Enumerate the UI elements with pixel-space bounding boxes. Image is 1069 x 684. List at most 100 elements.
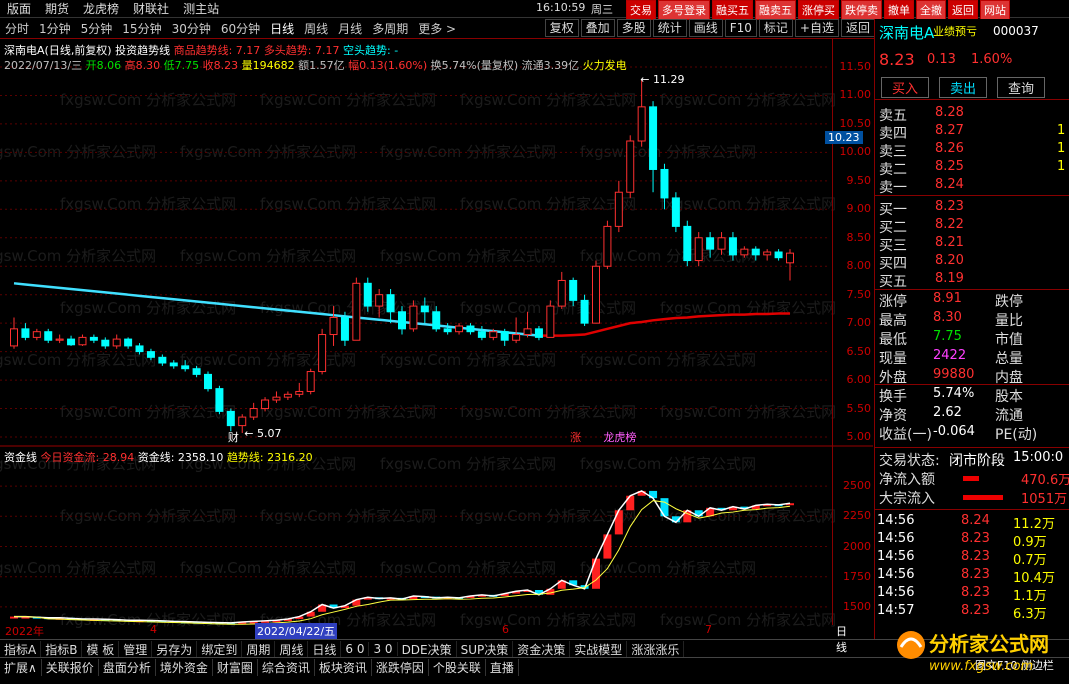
tick-price: 8.23: [961, 531, 990, 546]
indicator-tab-3[interactable]: 管理: [119, 640, 153, 658]
extension-tab-3[interactable]: 境外资金: [156, 658, 213, 676]
extension-tab-7[interactable]: 涨跌停因: [372, 658, 429, 676]
candle-body: [523, 328, 532, 336]
candle-body: [124, 338, 133, 347]
period-tab-10[interactable]: 更多 >: [413, 20, 461, 37]
limit-up-marker: 涨: [570, 431, 581, 444]
extension-tab-1[interactable]: 关联报价: [42, 658, 99, 676]
indicator-tab-7[interactable]: 周线: [275, 640, 309, 658]
indicator-tab-13[interactable]: 资金决策: [513, 640, 571, 658]
price-tick-label: 11.50: [839, 60, 872, 73]
period-tab-7[interactable]: 周线: [299, 20, 333, 37]
panel-divider: [875, 99, 1069, 100]
menu-item-1[interactable]: 期货: [38, 0, 76, 17]
candle-body: [272, 396, 281, 401]
tool-button-2[interactable]: 多股: [616, 19, 651, 37]
period-tab-2[interactable]: 5分钟: [76, 20, 118, 37]
indicator-tab-2[interactable]: 模 板: [82, 640, 120, 658]
indicator-tab-4[interactable]: 另存为: [152, 640, 198, 658]
quick-button-6[interactable]: 撤单: [884, 0, 914, 20]
stock-name: 深南电A: [879, 24, 935, 42]
tool-button-5[interactable]: F10: [724, 19, 757, 37]
chart-area[interactable]: fxgsw.Com 分析家公式网 fxgsw.Com 分析家公式网 fxgsw.Co…: [0, 39, 873, 629]
panel-divider: [875, 289, 1069, 290]
quick-button-4[interactable]: 涨停买: [798, 0, 839, 20]
indicator-tab-1[interactable]: 指标B: [41, 640, 83, 658]
extension-tab-2[interactable]: 盘面分析: [99, 658, 156, 676]
buy-button[interactable]: 买入: [881, 77, 930, 98]
stat-label: 净资: [879, 408, 907, 424]
bid-label: 买四: [879, 256, 907, 272]
indicator-tab-14[interactable]: 实战模型: [570, 640, 628, 658]
tool-button-8[interactable]: 返回: [840, 19, 875, 37]
extension-tab-6[interactable]: 板块资讯: [315, 658, 372, 676]
tick-time: 14:56: [877, 531, 915, 546]
tool-button-0[interactable]: 复权: [544, 19, 579, 37]
quick-button-9[interactable]: 网站: [980, 0, 1010, 20]
sector-value: 火力发电: [582, 59, 627, 72]
menu-item-4[interactable]: 测主站: [176, 0, 226, 17]
extension-tab-9[interactable]: 直播: [486, 658, 519, 676]
period-tab-1[interactable]: 1分钟: [34, 20, 76, 37]
tool-button-1[interactable]: 叠加: [580, 19, 615, 37]
today-fund-flow: 今日资金流: 28.94: [40, 451, 135, 464]
quick-button-7[interactable]: 全撤: [916, 0, 946, 20]
bid-price: 8.23: [935, 199, 964, 214]
period-tab-9[interactable]: 多周期: [367, 20, 413, 37]
indicator-tab-5[interactable]: 绑定到: [197, 640, 243, 658]
candle-body: [626, 140, 635, 193]
candle-body: [751, 248, 760, 256]
extension-tab-5[interactable]: 综合资讯: [258, 658, 315, 676]
tick-volume: 6.3万: [1013, 607, 1047, 622]
ask-label: 卖五: [879, 108, 907, 124]
query-button[interactable]: 查询: [997, 77, 1046, 98]
menu-item-2[interactable]: 龙虎榜: [76, 0, 126, 17]
candle-body: [512, 334, 521, 341]
sell-button[interactable]: 卖出: [939, 77, 988, 98]
tick-time: 14:57: [877, 603, 915, 618]
period-tab-5[interactable]: 60分钟: [216, 20, 265, 37]
indicator-tab-12[interactable]: SUP决策: [457, 640, 514, 658]
menu-item-3[interactable]: 财联社: [126, 0, 176, 17]
candle-body: [181, 365, 190, 370]
candle-body: [660, 168, 669, 199]
extension-tab-0[interactable]: 扩展∧: [0, 658, 42, 676]
price-tick-label: 9.50: [846, 173, 872, 187]
indicator-tab-11[interactable]: DDE决策: [398, 640, 457, 658]
period-tab-0[interactable]: 分时: [0, 20, 34, 37]
period-tab-8[interactable]: 月线: [333, 20, 367, 37]
candlestick-chart[interactable]: ← 11.29 ← 5.07 财 涨 龙虎榜: [0, 39, 873, 625]
candle-body: [78, 336, 87, 346]
indicator-tab-10[interactable]: 3 0: [369, 642, 398, 656]
candle-body: [21, 328, 30, 338]
period-tab-3[interactable]: 15分钟: [117, 20, 166, 37]
tool-button-7[interactable]: +自选: [794, 19, 839, 37]
candle-body: [557, 279, 566, 307]
candle-body: [135, 345, 144, 353]
menu-item-0[interactable]: 版面: [0, 0, 38, 17]
quick-button-5[interactable]: 跌停卖: [841, 0, 882, 20]
extension-tab-8[interactable]: 个股关联: [429, 658, 486, 676]
indicator-info-line: 深南电A(日线,前复权) 投资趋势线 商品趋势线: 7.17 多头趋势: 7.1…: [4, 42, 398, 58]
period-tab-4[interactable]: 30分钟: [167, 20, 216, 37]
tool-button-3[interactable]: 统计: [652, 19, 687, 37]
quick-button-8[interactable]: 返回: [948, 0, 978, 20]
tool-button-4[interactable]: 画线: [688, 19, 723, 37]
indicator-tab-8[interactable]: 日线: [308, 640, 342, 658]
tick-price: 8.23: [961, 585, 990, 600]
indicator-tab-9[interactable]: 6 0: [341, 642, 370, 656]
stat-label-right: 量比: [995, 313, 1023, 329]
quick-button-2[interactable]: 融买五: [712, 0, 753, 20]
period-tab-6[interactable]: 日线: [265, 20, 299, 37]
quick-button-0[interactable]: 交易: [626, 0, 656, 20]
ask-price: 8.24: [935, 177, 964, 192]
indicator-tab-6[interactable]: 周期: [242, 640, 276, 658]
indicator-tab-15[interactable]: 涨涨涨乐: [627, 640, 685, 658]
ask-price: 8.27: [935, 123, 964, 138]
quick-button-1[interactable]: 多号登录: [658, 0, 710, 20]
quick-button-3[interactable]: 融卖五: [755, 0, 796, 20]
price-tick-label: 6.50: [846, 344, 872, 358]
extension-tab-4[interactable]: 财富圈: [213, 658, 258, 676]
indicator-tab-0[interactable]: 指标A: [0, 640, 42, 658]
tool-button-6[interactable]: 标记: [758, 19, 793, 37]
